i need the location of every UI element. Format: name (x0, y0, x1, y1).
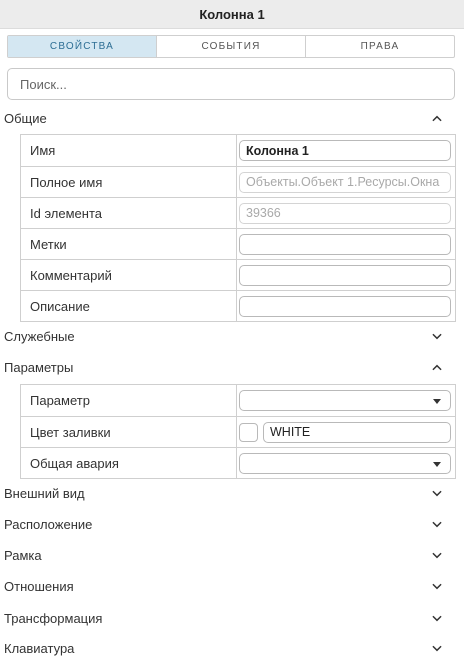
chevron-up-icon (432, 363, 442, 373)
search-input[interactable] (7, 68, 455, 100)
property-row-fill-color: Цвет заливки WHITE (21, 416, 455, 447)
fill-color-field[interactable]: WHITE (263, 421, 451, 443)
section-frame-header[interactable]: Рамка (0, 540, 464, 571)
chevron-down-icon (432, 614, 442, 624)
section-transform-label: Трансформация (4, 611, 103, 626)
chevron-down-icon (432, 520, 442, 530)
section-appearance-header[interactable]: Внешний вид (0, 478, 464, 509)
property-label: Общая авария (21, 448, 237, 478)
property-row-description: Описание (21, 290, 455, 321)
property-label: Описание (21, 291, 237, 321)
section-general-header[interactable]: Общие (0, 103, 464, 134)
section-placement-label: Расположение (4, 517, 93, 532)
section-relations-header[interactable]: Отношения (0, 571, 464, 602)
tab-bar: СВОЙСТВА СОБЫТИЯ ПРАВА (7, 35, 455, 58)
section-service-label: Служебные (4, 329, 75, 344)
property-label: Полное имя (21, 167, 237, 197)
property-label: Имя (21, 135, 237, 166)
section-service-header[interactable]: Служебные (0, 321, 464, 352)
element-id-field: 39366 (239, 202, 451, 224)
chevron-down-icon (432, 332, 442, 342)
section-transform-header[interactable]: Трансформация (0, 603, 464, 634)
full-name-field: Объекты.Объект 1.Ресурсы.Окна (239, 171, 451, 193)
general-alarm-select[interactable] (239, 452, 451, 474)
panel-title: Колонна 1 (0, 0, 464, 29)
property-row-full-name: Полное имя Объекты.Объект 1.Ресурсы.Окна (21, 166, 455, 197)
section-keyboard-header[interactable]: Клавиатура (0, 633, 464, 664)
general-properties-table: Имя Колонна 1 Полное имя Объекты.Объект … (20, 134, 456, 322)
property-label: Метки (21, 229, 237, 259)
section-frame-label: Рамка (4, 548, 42, 563)
chevron-down-icon (432, 582, 442, 592)
property-label: Комментарий (21, 260, 237, 290)
property-row-tags: Метки (21, 228, 455, 259)
section-parameters-header[interactable]: Параметры (0, 352, 464, 383)
property-row-comment: Комментарий (21, 259, 455, 290)
fill-color-swatch[interactable] (239, 422, 258, 442)
parameters-table: Параметр Цвет заливки WHITE Общая авария (20, 384, 456, 479)
caret-down-icon (433, 399, 441, 404)
chevron-down-icon (432, 551, 442, 561)
property-label: Id элемента (21, 198, 237, 228)
name-field[interactable]: Колонна 1 (239, 140, 451, 161)
section-placement-header[interactable]: Расположение (0, 509, 464, 540)
section-parameters-label: Параметры (4, 360, 74, 375)
property-label: Параметр (21, 385, 237, 416)
chevron-up-icon (432, 114, 442, 124)
property-row-name: Имя Колонна 1 (21, 135, 455, 166)
tags-field[interactable] (239, 233, 451, 255)
caret-down-icon (433, 461, 441, 467)
tab-properties[interactable]: СВОЙСТВА (8, 36, 156, 57)
property-row-general-alarm: Общая авария (21, 447, 455, 478)
section-relations-label: Отношения (4, 579, 74, 594)
property-row-parameter: Параметр (21, 385, 455, 416)
chevron-down-icon (432, 489, 442, 499)
property-row-element-id: Id элемента 39366 (21, 197, 455, 228)
property-label: Цвет заливки (21, 417, 237, 447)
chevron-down-icon (432, 644, 442, 654)
tab-rights[interactable]: ПРАВА (305, 36, 454, 57)
description-field[interactable] (239, 295, 451, 317)
section-keyboard-label: Клавиатура (4, 641, 75, 656)
comment-field[interactable] (239, 264, 451, 286)
section-appearance-label: Внешний вид (4, 486, 85, 501)
tab-events[interactable]: СОБЫТИЯ (156, 36, 305, 57)
section-general-label: Общие (4, 111, 47, 126)
parameter-select[interactable] (239, 390, 451, 411)
